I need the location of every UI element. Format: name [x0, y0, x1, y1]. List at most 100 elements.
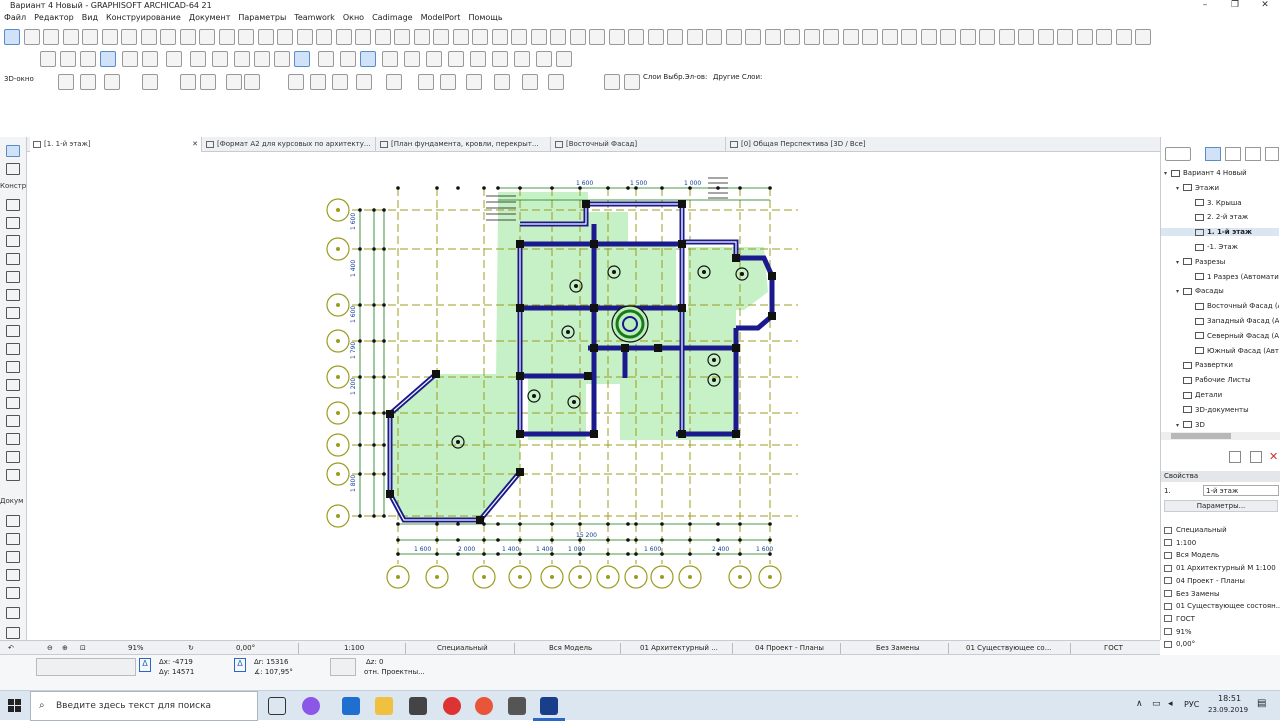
- toolbox-tool-icon[interactable]: [6, 587, 20, 599]
- expand-chevron-icon[interactable]: ▾: [1176, 259, 1183, 266]
- toolbox-tool-icon[interactable]: [6, 253, 20, 265]
- toolbar-tool-icon[interactable]: [570, 29, 586, 45]
- toolbar-tool-icon[interactable]: [609, 29, 625, 45]
- toolbar-tool-icon[interactable]: [667, 29, 683, 45]
- delete-icon[interactable]: ✕: [1269, 450, 1278, 463]
- tab-layout-a2[interactable]: [Формат А2 для курсовых по архитекту...: [203, 137, 376, 152]
- property-line[interactable]: 01 Существующее состоян...: [1164, 602, 1280, 610]
- toolbar-tool-icon[interactable]: [414, 29, 430, 45]
- toolbar-tool-icon[interactable]: [1077, 29, 1093, 45]
- toolbar-tool-icon[interactable]: [843, 29, 859, 45]
- toolbar-tool-icon[interactable]: [80, 74, 96, 90]
- toolbar-tool-icon[interactable]: [604, 74, 620, 90]
- toolbar-tool-icon[interactable]: [340, 51, 356, 67]
- toolbar-tool-icon[interactable]: [522, 74, 538, 90]
- toolbar-tool-icon[interactable]: [589, 29, 605, 45]
- calculator-icon[interactable]: [508, 697, 526, 715]
- toolbar-tool-icon[interactable]: [882, 29, 898, 45]
- taskbar-search-input[interactable]: ⌕ Введите здесь текст для поиска: [30, 691, 258, 721]
- toolbar-tool-icon[interactable]: [24, 29, 40, 45]
- toolbar-tool-icon[interactable]: [765, 29, 781, 45]
- toolbar-tool-icon[interactable]: [548, 74, 564, 90]
- toolbox-tool-icon[interactable]: [6, 217, 20, 229]
- menu-options[interactable]: Параметры: [234, 11, 290, 25]
- toolbox-tool-icon[interactable]: [6, 415, 20, 427]
- toolbox-tool-icon[interactable]: [6, 163, 20, 175]
- coord-angle[interactable]: ∡: 107,95°: [254, 668, 293, 676]
- toolbar-tool-icon[interactable]: [4, 29, 20, 45]
- toolbar-tool-icon[interactable]: [166, 51, 182, 67]
- toolbar-tool-icon[interactable]: [492, 29, 508, 45]
- navigator-item[interactable]: Восточный Фасад (А: [1161, 302, 1279, 310]
- tab-foundation-plan[interactable]: [План фундамента, кровли, перекрыт...: [377, 137, 551, 152]
- toolbar-tool-icon[interactable]: [318, 51, 334, 67]
- rotate-icon[interactable]: ↻: [188, 641, 194, 655]
- model-view-options[interactable]: 04 Проект - Планы: [755, 641, 824, 655]
- toolbar-tool-icon[interactable]: [784, 29, 800, 45]
- menu-cadimage[interactable]: Cadimage: [368, 11, 416, 25]
- toolbar-tool-icon[interactable]: [531, 29, 547, 45]
- navigator-item[interactable]: ▾ Вариант 4 Новый: [1161, 169, 1279, 177]
- toolbox-tool-icon[interactable]: [6, 569, 20, 581]
- toolbox-tool-icon[interactable]: [6, 551, 20, 563]
- toolbar-tool-icon[interactable]: [494, 74, 510, 90]
- toolbar-tool-icon[interactable]: [1057, 29, 1073, 45]
- toolbar-tool-icon[interactable]: [470, 51, 486, 67]
- toolbar-tool-icon[interactable]: [492, 51, 508, 67]
- navigator-item[interactable]: 3. Крыша: [1161, 199, 1279, 207]
- toolbar-tool-icon[interactable]: [1018, 29, 1034, 45]
- toolbox-tool-icon[interactable]: [6, 627, 20, 639]
- menu-file[interactable]: Файл: [0, 11, 30, 25]
- coord-dz[interactable]: Δz: 0: [366, 658, 384, 666]
- toolbar-tool-icon[interactable]: [418, 74, 434, 90]
- alice-icon[interactable]: [302, 697, 320, 715]
- settings-icon[interactable]: [1229, 451, 1241, 463]
- volume-icon[interactable]: ◂: [1168, 699, 1173, 709]
- toolbar-tool-icon[interactable]: [60, 51, 76, 67]
- scale-value[interactable]: 1:100: [344, 641, 364, 655]
- toolbar-tool-icon[interactable]: [624, 74, 640, 90]
- toolbar-tool-icon[interactable]: [274, 51, 290, 67]
- navigator-item[interactable]: ▾ Разрезы: [1161, 258, 1279, 266]
- zoom-value[interactable]: 91%: [128, 641, 144, 655]
- chrome-icon[interactable]: [475, 697, 493, 715]
- property-line[interactable]: 1:100: [1164, 539, 1196, 547]
- task-view-icon[interactable]: [268, 697, 286, 715]
- network-icon[interactable]: ▭: [1152, 699, 1161, 709]
- toolbar-tool-icon[interactable]: [258, 29, 274, 45]
- toolbar-tool-icon[interactable]: [200, 74, 216, 90]
- toolbar-tool-icon[interactable]: [466, 74, 482, 90]
- toolbar-tool-icon[interactable]: [1135, 29, 1151, 45]
- toolbox-tool-icon[interactable]: [6, 145, 20, 157]
- property-line[interactable]: 0,00°: [1164, 640, 1195, 648]
- undo-icon[interactable]: ↶: [8, 641, 14, 655]
- renovation-filter[interactable]: 01 Существующее со...: [966, 641, 1051, 655]
- close-button[interactable]: ✕: [1250, 0, 1280, 11]
- archicad-icon[interactable]: [540, 697, 558, 715]
- explorer-icon[interactable]: [375, 697, 393, 715]
- toolbar-tool-icon[interactable]: [160, 29, 176, 45]
- navigator-item[interactable]: Рабочие Листы: [1161, 376, 1279, 384]
- toolbar-tool-icon[interactable]: [199, 29, 215, 45]
- coord-dx[interactable]: Δx: -4719: [159, 658, 193, 666]
- 3d-window-button[interactable]: 3D-окно: [4, 75, 34, 83]
- layer-combination[interactable]: Специальный: [437, 641, 488, 655]
- property-line[interactable]: Без Замены: [1164, 590, 1220, 598]
- toolbar-tool-icon[interactable]: [294, 51, 310, 67]
- toolbar-tool-icon[interactable]: [310, 74, 326, 90]
- tab-east-facade[interactable]: [Восточный Фасад]: [552, 137, 726, 152]
- toolbar-tool-icon[interactable]: [100, 51, 116, 67]
- toolbox-tool-icon[interactable]: [6, 307, 20, 319]
- toolbar-tool-icon[interactable]: [1038, 29, 1054, 45]
- navigator-item[interactable]: Западный Фасад (Ав: [1161, 317, 1279, 325]
- navigator-item[interactable]: 2. 2-й этаж: [1161, 213, 1279, 221]
- toolbox-tool-icon[interactable]: [6, 235, 20, 247]
- toolbar-tool-icon[interactable]: [426, 51, 442, 67]
- windows-start-icon[interactable]: [8, 699, 22, 713]
- toolbar-tool-icon[interactable]: [804, 29, 820, 45]
- toolbar-tool-icon[interactable]: [1116, 29, 1132, 45]
- toolbar-tool-icon[interactable]: [254, 51, 270, 67]
- toolbox-tool-icon[interactable]: [6, 533, 20, 545]
- toolbar-tool-icon[interactable]: [40, 51, 56, 67]
- edge-icon[interactable]: [342, 697, 360, 715]
